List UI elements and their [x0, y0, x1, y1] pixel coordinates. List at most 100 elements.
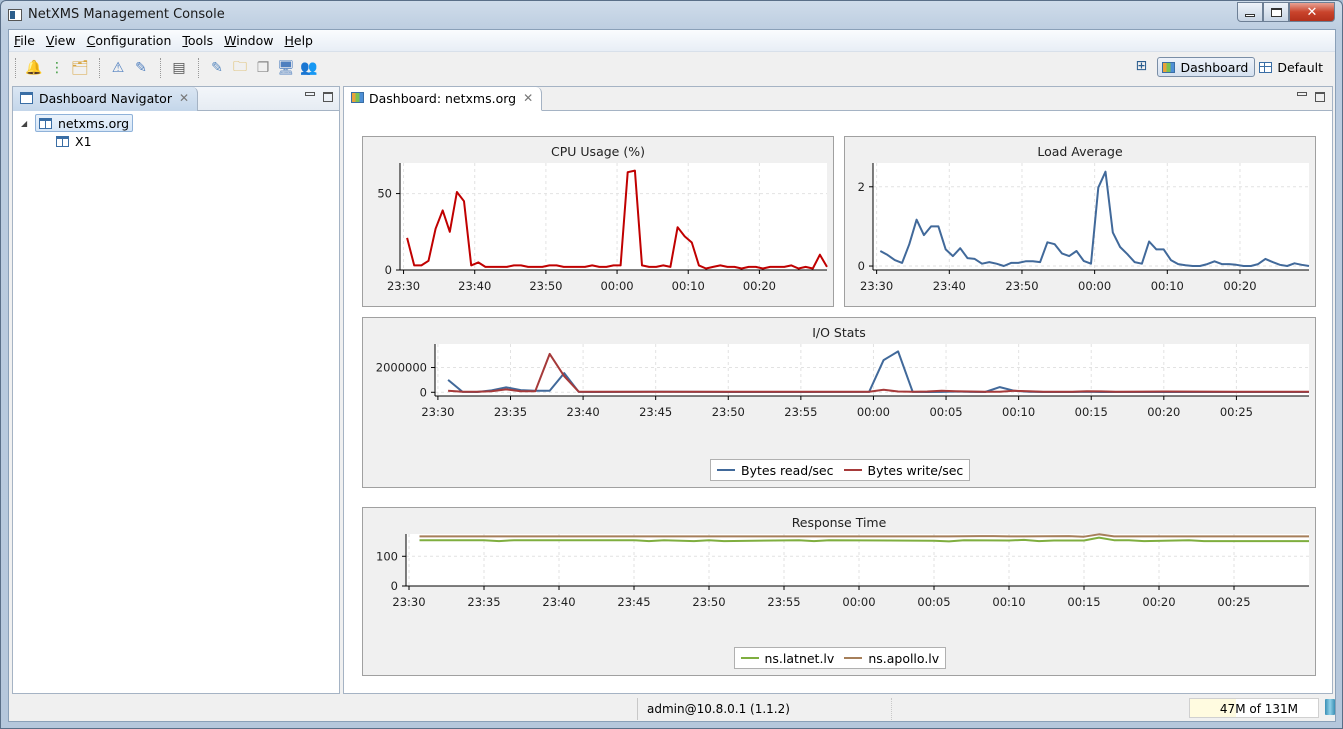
- response-time-chart: Response Time 0 100 23:30 23:35 23:40 23:45 23…: [362, 507, 1316, 676]
- x-tick-label: 00:10: [1151, 279, 1184, 293]
- legend-item: ns.apollo.lv: [844, 651, 939, 666]
- toolbar-separator: [15, 58, 16, 78]
- tree-node-x1[interactable]: X1: [53, 132, 95, 150]
- x-tick-label: 00:15: [1067, 595, 1100, 609]
- y-tick-label: 0: [391, 579, 398, 593]
- x-tick-label: 23:55: [784, 405, 817, 419]
- legend-label: ns.latnet.lv: [764, 650, 835, 666]
- status-divider: [891, 698, 892, 720]
- x-tick-label: 00:20: [743, 279, 776, 293]
- tree-item[interactable]: X1: [21, 132, 339, 150]
- tree-node-label: X1: [75, 133, 92, 149]
- chart-legend: ns.latnet.lv ns.apollo.lv: [733, 647, 947, 669]
- x-tick-label: 23:40: [933, 279, 966, 293]
- screen-edit-icon[interactable]: 🖥: [276, 58, 296, 78]
- x-tick-label: 00:25: [1220, 405, 1253, 419]
- x-tick-label: 00:20: [1223, 279, 1256, 293]
- y-tick-label: 2000000: [376, 361, 427, 375]
- server-log-icon[interactable]: ▤: [169, 58, 189, 78]
- app-icon: [8, 9, 22, 21]
- menu-label: ools: [187, 33, 214, 48]
- maximize-view-button[interactable]: [323, 92, 333, 102]
- minimize-view-button[interactable]: [305, 92, 315, 96]
- configuration-edit-icon[interactable]: ✎: [207, 58, 227, 78]
- title-bar[interactable]: NetXMS Management Console ✕: [1, 1, 1342, 29]
- x-tick-label: 00:20: [1142, 595, 1175, 609]
- close-button[interactable]: ✕: [1289, 2, 1335, 22]
- garbage-collect-icon[interactable]: [1325, 699, 1335, 715]
- dashboard-navigator-panel: Dashboard Navigator ✕ ◢ netxms.org X1: [12, 86, 340, 694]
- map-folder-icon[interactable]: 🗂: [70, 58, 90, 78]
- tree-item[interactable]: ◢ netxms.org: [21, 114, 339, 132]
- view-window-icon: [20, 92, 33, 104]
- x-tick-label: 00:15: [1075, 405, 1108, 419]
- menu-label: ile: [20, 33, 35, 48]
- dashboard-tree: ◢ netxms.org X1: [13, 111, 339, 150]
- event-edit-icon[interactable]: ✎: [131, 58, 151, 78]
- object-tree-icon[interactable]: ⋮: [47, 58, 67, 78]
- menu-label: onfiguration: [95, 33, 172, 48]
- load-chart-svg: 0 2 23:30 23:40 23:50 00:00 00:10 00:20: [858, 163, 1310, 293]
- menu-help[interactable]: Help: [279, 30, 319, 51]
- alarm-bell-icon[interactable]: 🔔: [24, 58, 44, 78]
- status-bar: admin@10.8.0.1 (1.1.2) 47M of 131M: [9, 694, 1335, 722]
- legend-label: Bytes read/sec: [741, 462, 834, 478]
- maximize-view-button[interactable]: [1315, 92, 1325, 102]
- tree-node-label: netxms.org: [58, 115, 130, 131]
- menu-mnemonic: W: [224, 33, 237, 48]
- application-window: NetXMS Management Console ✕ File View Conf…: [0, 0, 1343, 729]
- x-tick-label: 00:25: [1217, 595, 1250, 609]
- perspective-dashboard-label: Dashboard: [1180, 59, 1249, 75]
- tab-dashboard-netxms-org[interactable]: Dashboard: netxms.org ✕: [344, 87, 543, 111]
- chart-legend: Bytes read/sec Bytes write/sec: [710, 459, 971, 481]
- toolbar-separator: [198, 58, 199, 78]
- users-icon[interactable]: 👥: [299, 58, 319, 78]
- plot-area: [406, 534, 1309, 586]
- y-tick-label: 0: [858, 259, 865, 273]
- maximize-icon: [1270, 7, 1282, 17]
- tab-dashboard-navigator-label: Dashboard Navigator: [39, 91, 172, 106]
- folder-pages-icon[interactable]: 🗀: [230, 58, 250, 78]
- event-warning-icon[interactable]: ⚠: [108, 58, 128, 78]
- menu-window[interactable]: Window: [219, 30, 279, 51]
- x-tick-label: 23:30: [392, 595, 425, 609]
- close-icon: ✕: [1306, 4, 1318, 20]
- navigator-tab-bar: Dashboard Navigator ✕: [13, 87, 339, 111]
- copy-pages-icon[interactable]: ❐: [253, 58, 273, 78]
- perspective-dashboard-button[interactable]: Dashboard: [1157, 57, 1256, 77]
- close-tab-icon[interactable]: ✕: [523, 91, 533, 105]
- close-tab-icon[interactable]: ✕: [179, 91, 189, 105]
- x-tick-label: 00:00: [1078, 279, 1111, 293]
- menu-mnemonic: V: [45, 33, 55, 48]
- client-area: File View Configuration Tools Window Help 🔔 ⋮ 🗂…: [8, 29, 1336, 722]
- perspective-default-button[interactable]: Default: [1255, 57, 1329, 77]
- menu-tools[interactable]: Tools: [177, 30, 219, 51]
- toolbar-separator: [99, 58, 100, 78]
- x-tick-label: 00:05: [917, 595, 950, 609]
- tab-dashboard-navigator[interactable]: Dashboard Navigator ✕: [13, 87, 199, 111]
- connected-user: admin@10.8.0.1 (1.1.2): [647, 702, 790, 716]
- x-tick-label: 23:50: [692, 595, 725, 609]
- tree-node-netxms-org[interactable]: netxms.org: [35, 114, 134, 132]
- legend-item: ns.latnet.lv: [740, 650, 835, 666]
- cpu-chart-svg: 0 50 23:30 23:40 23:50 00:00 00:10 00:20: [377, 163, 828, 293]
- legend-swatch: [844, 657, 863, 659]
- y-tick-label: 0: [420, 385, 427, 399]
- collapse-arrow-icon[interactable]: ◢: [21, 119, 35, 128]
- dashboard-content: CPU Usage (%) 0 50 23:30 23:40 23:50 00:00 00:…: [344, 111, 1332, 693]
- x-tick-label: 23:40: [567, 405, 600, 419]
- dashboard-icon: [56, 135, 69, 147]
- legend-item: Bytes read/sec: [717, 463, 834, 478]
- menu-view[interactable]: View: [41, 30, 82, 51]
- x-tick-label: 00:10: [672, 279, 705, 293]
- menu-file[interactable]: File: [9, 30, 41, 51]
- menu-configuration[interactable]: Configuration: [82, 30, 178, 51]
- menu-label: iew: [54, 33, 76, 48]
- x-tick-label: 23:50: [529, 279, 562, 293]
- minimize-button[interactable]: [1237, 2, 1263, 22]
- y-tick-label: 2: [858, 180, 865, 194]
- open-perspective-icon[interactable]: ⊞: [1135, 58, 1153, 76]
- maximize-button[interactable]: [1263, 2, 1289, 22]
- cpu-usage-chart: CPU Usage (%) 0 50 23:30 23:40 23:50 00:00 00:…: [362, 136, 834, 307]
- minimize-view-button[interactable]: [1297, 92, 1307, 96]
